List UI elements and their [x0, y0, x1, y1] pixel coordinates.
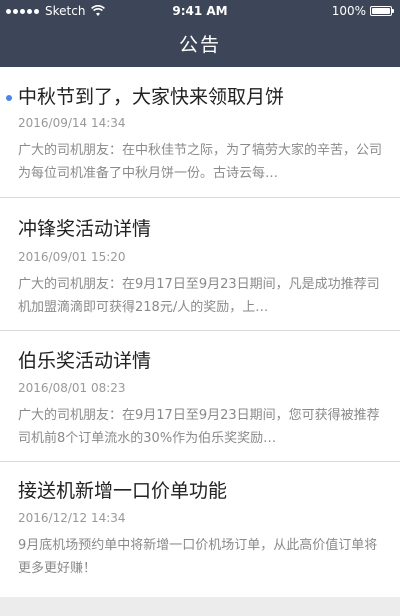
- unread-dot-icon: [6, 95, 12, 101]
- notice-summary: 9月底机场预约单中将新增一口价机场订单，从此高价值订单将更多更好赚！: [18, 538, 378, 576]
- notice-summary: 广大的司机朋友：在9月17日至9月23日期间，您可获得被推荐司机前8个订单流水的…: [18, 408, 380, 446]
- notice-summary: 广大的司机朋友：在9月17日至9月23日期间，凡是成功推荐司机加盟滴滴即可获得2…: [18, 277, 380, 315]
- notice-title: 接送机新增一口价单功能: [18, 480, 228, 502]
- notice-summary: 广大的司机朋友：在中秋佳节之际，为了犒劳大家的辛苦，公司为每位司机准备了中秋月饼…: [18, 143, 383, 181]
- status-bar: Sketch 9:41 AM 100%: [0, 0, 400, 22]
- notice-item[interactable]: 伯乐奖活动详情 2016/08/01 08:23 广大的司机朋友：在9月17日至…: [0, 331, 400, 462]
- app-screen: Sketch 9:41 AM 100% 公告 中秋节到了，大家快来领取月饼 20…: [0, 0, 400, 616]
- header: Sketch 9:41 AM 100% 公告: [0, 0, 400, 67]
- notice-title: 伯乐奖活动详情: [18, 350, 152, 372]
- notice-item[interactable]: 冲锋奖活动详情 2016/09/01 15:20 广大的司机朋友：在9月17日至…: [0, 198, 400, 331]
- notice-list: 中秋节到了，大家快来领取月饼 2016/09/14 14:34 广大的司机朋友：…: [0, 67, 400, 597]
- notice-title: 冲锋奖活动详情: [18, 218, 152, 240]
- page-title: 公告: [178, 34, 221, 56]
- notice-date: 2016/09/14 14:34: [18, 116, 126, 130]
- list-bottom-space: [0, 597, 400, 616]
- battery-icon: [370, 6, 394, 16]
- notice-date: 2016/08/01 08:23: [18, 381, 126, 395]
- notice-date: 2016/09/01 15:20: [18, 250, 126, 264]
- notice-item[interactable]: 接送机新增一口价单功能 2016/12/12 14:34 9月底机场预约单中将新…: [0, 462, 400, 597]
- battery-percent: 100%: [331, 4, 366, 18]
- status-right: 100%: [331, 0, 394, 22]
- notice-title: 中秋节到了，大家快来领取月饼: [18, 86, 285, 108]
- notice-item[interactable]: 中秋节到了，大家快来领取月饼 2016/09/14 14:34 广大的司机朋友：…: [0, 67, 400, 198]
- notice-date: 2016/12/12 14:34: [18, 511, 126, 525]
